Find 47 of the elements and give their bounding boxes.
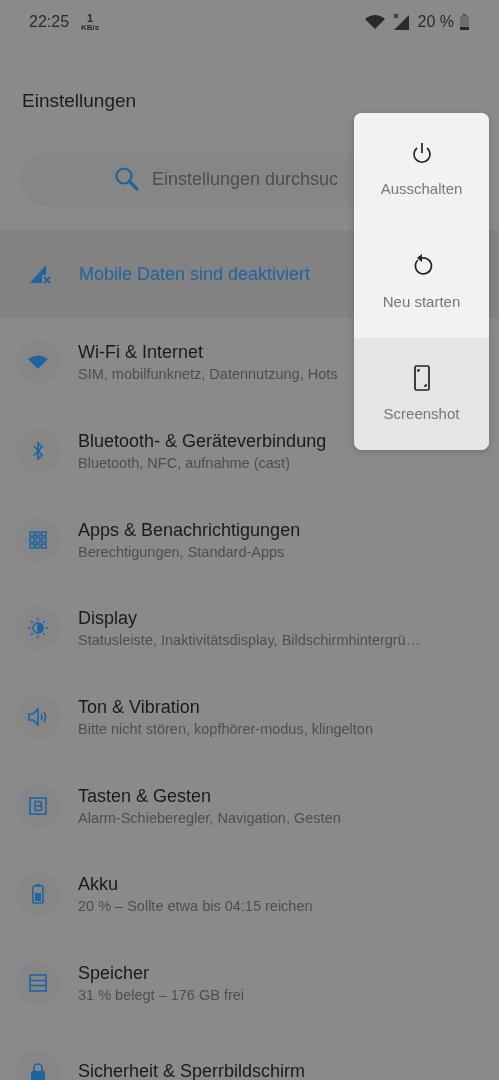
key-b-icon	[29, 796, 47, 815]
signal-off-icon	[28, 263, 52, 285]
settings-item[interactable]: Display Statusleiste, Inaktivitätsdisplay, Bildschirmhintergrü…	[0, 584, 421, 673]
battery-icon	[32, 884, 44, 905]
item-title: Bluetooth- & Geräteverbindung	[78, 431, 327, 453]
settings-item[interactable]: Tasten & Gesten Alarm-Schieberegler, Navigation, Gesten	[0, 761, 341, 851]
settings-item[interactable]: Ton & Vibration Bitte nicht stören, kopfhörer-modus, klingelton	[0, 672, 373, 762]
status-time: 22:25	[29, 13, 70, 31]
bluetooth-icon	[32, 441, 44, 462]
item-subtitle: Berechtigungen, Standard-Apps	[78, 543, 286, 560]
item-subtitle: 31 % belegt – 176 GB frei	[78, 987, 245, 1004]
settings-item[interactable]: Bluetooth- & Geräteverbindung Bluetooth, NFC, aufnahme (cast)	[0, 406, 327, 496]
settings-item[interactable]: Speicher 31 % belegt – 176 GB frei	[0, 938, 245, 1028]
item-subtitle: Bluetooth, NFC, aufnahme (cast)	[78, 455, 291, 472]
storage-icon	[29, 974, 47, 993]
brightness-icon	[28, 618, 48, 639]
network-speed: 1 KB/s	[81, 12, 100, 32]
settings-item[interactable]: Apps & Benachrichtigungen Berechtigungen, Standard-Apps	[0, 495, 301, 585]
item-title: Wi-Fi & Internet	[78, 342, 205, 364]
search-icon	[114, 166, 140, 192]
battery-icon	[460, 14, 469, 30]
app-grid-icon	[29, 530, 47, 549]
settings-item[interactable]: Wi-Fi & Internet SIM, mobilfunknetz, Datennutzung, Hots	[0, 318, 338, 407]
item-title: Speicher	[78, 963, 151, 985]
settings-item[interactable]: Akku 20 % – Sollte etwa bis 04:15 reichen	[0, 850, 313, 939]
power-icon	[410, 141, 433, 166]
item-subtitle: Statusleiste, Inaktivitätsdisplay, Bildschirmhintergrü…	[78, 632, 421, 649]
phone-screenshot-icon	[413, 365, 430, 392]
signal-icon	[391, 13, 410, 31]
item-title: Tasten & Gesten	[78, 785, 213, 807]
lock-icon	[30, 1061, 46, 1080]
item-subtitle: SIM, mobilfunknetz, Datennutzung, Hots	[78, 366, 338, 383]
wifi-icon	[363, 14, 386, 30]
power-menu-item[interactable]: Ausschalten	[354, 113, 489, 226]
item-title: Apps & Benachrichtigungen	[78, 519, 301, 541]
item-subtitle: 20 % – Sollte etwa bis 04:15 reichen	[78, 898, 313, 915]
item-subtitle: Alarm-Schieberegler, Navigation, Gesten	[78, 809, 341, 826]
power-menu-item[interactable]: Neu starten	[354, 225, 489, 338]
page-title: Einstellungen	[21, 89, 138, 113]
battery-percent: 20 %	[417, 13, 454, 31]
item-title: Display	[78, 608, 139, 630]
item-subtitle: Bitte nicht stören, kopfhörer-modus, klingelton	[78, 721, 373, 738]
power-menu-item[interactable]: Screenshot	[354, 337, 489, 450]
wifi-icon	[28, 355, 48, 370]
item-title: Akku	[78, 874, 120, 896]
speaker-icon	[27, 707, 49, 728]
item-title: Ton & Vibration	[78, 697, 201, 719]
